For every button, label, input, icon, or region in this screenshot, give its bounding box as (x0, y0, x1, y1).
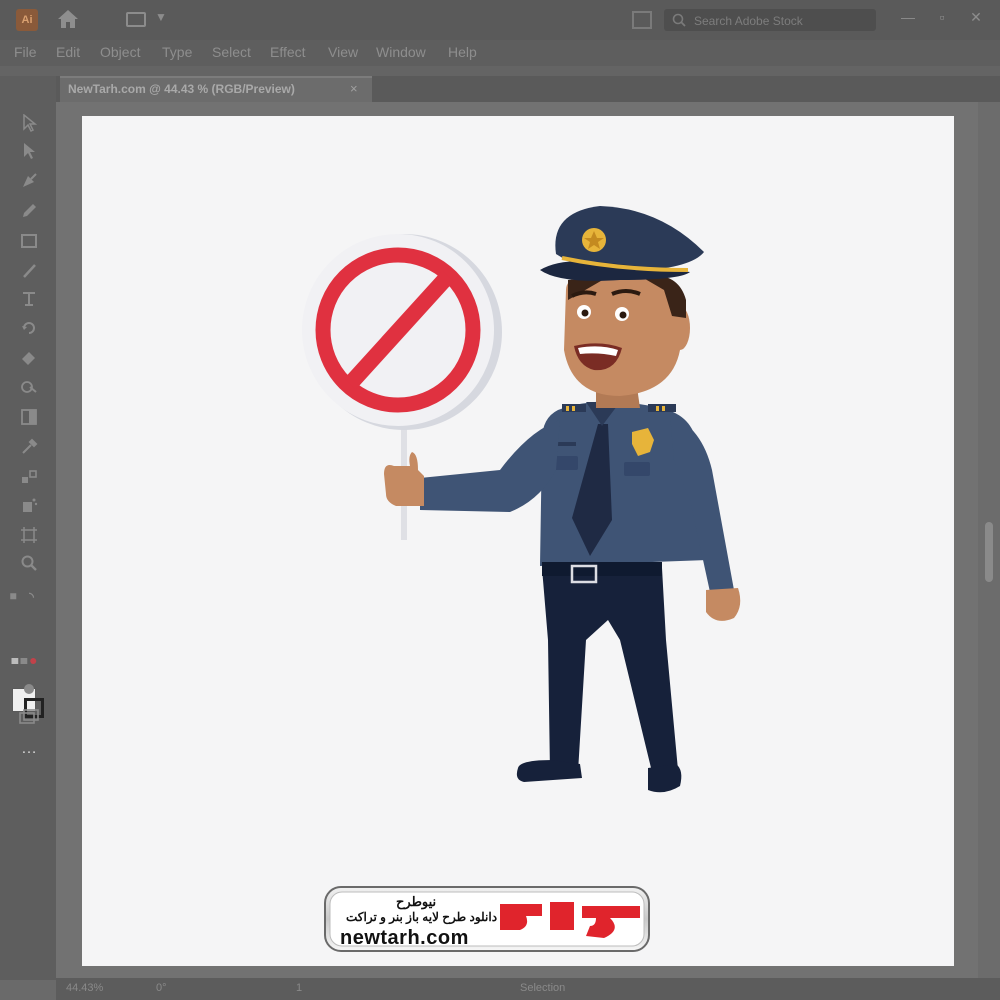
officer-pants (516, 568, 682, 793)
police-officer-illustration[interactable] (0, 0, 1000, 1000)
zoom-level[interactable]: 44.43% (66, 982, 103, 994)
watermark-url: newtarh.com (340, 927, 469, 949)
officer-cap (540, 206, 704, 281)
current-tool: Selection (520, 982, 566, 994)
watermark-tagline: دانلود طرح لایه باز بنر و تراکت (346, 910, 498, 924)
officer-left-arm (384, 420, 560, 512)
officer-head (564, 270, 690, 408)
status-bar: 44.43% 0° 1 Selection (56, 978, 1000, 1000)
rotation-value[interactable]: 0° (156, 982, 167, 994)
watermark-brand: نیوطرح (396, 894, 437, 909)
artboard-number[interactable]: 1 (296, 982, 302, 994)
